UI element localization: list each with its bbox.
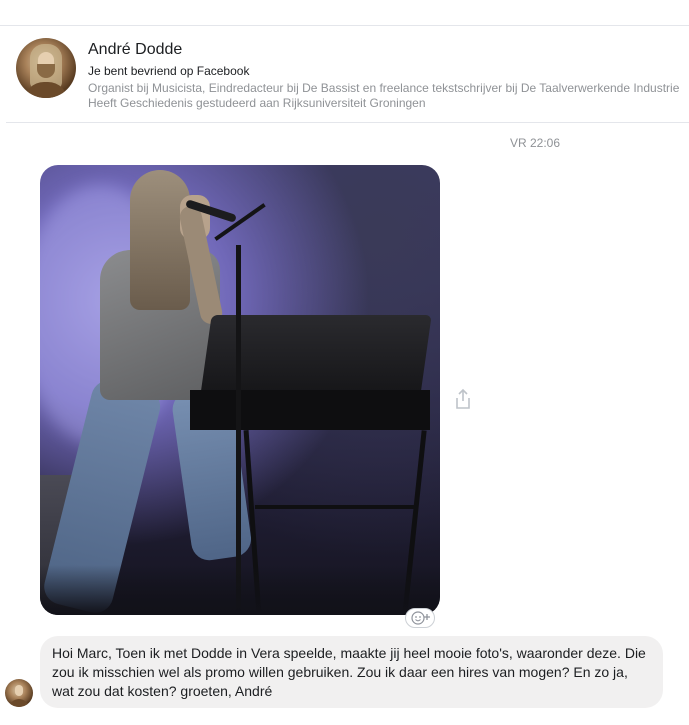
header-divider — [6, 122, 689, 123]
contact-education: Heeft Geschiedenis gestudeerd aan Rijksu… — [88, 96, 426, 110]
contact-avatar[interactable] — [16, 38, 76, 98]
share-icon[interactable] — [453, 388, 473, 410]
message-timestamp: VR 22:06 — [510, 136, 561, 150]
add-reaction-button[interactable] — [405, 608, 435, 628]
contact-name[interactable]: André Dodde — [88, 41, 182, 59]
add-reaction-icon — [411, 611, 430, 625]
friend-status: Je bent bevriend op Facebook — [88, 64, 250, 78]
message-bubble[interactable]: Hoi Marc, Toen ik met Dodde in Vera spee… — [40, 636, 663, 708]
contact-work: Organist bij Musicista, Eindredacteur bi… — [88, 81, 680, 95]
sender-avatar[interactable] — [5, 679, 33, 707]
contact-header: André Dodde Je bent bevriend op Facebook… — [0, 26, 689, 122]
shared-photo[interactable] — [40, 165, 440, 615]
